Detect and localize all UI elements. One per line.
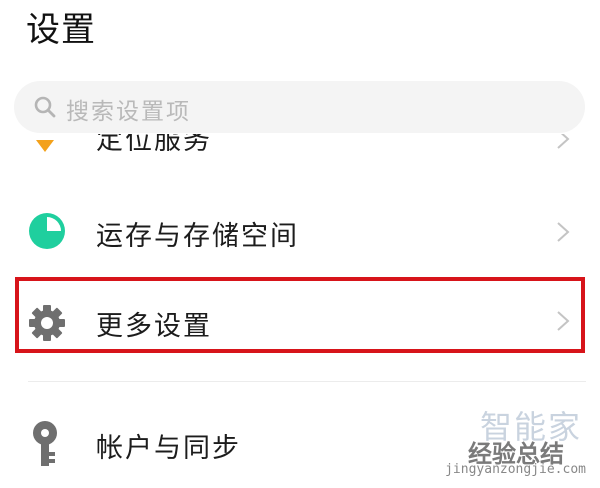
watermark-url: jingyanzongjie.com xyxy=(445,462,586,477)
settings-item-label: 定位服务 xyxy=(96,134,212,156)
search-icon xyxy=(34,96,56,118)
settings-item-label: 运存与存储空间 xyxy=(96,221,299,252)
divider xyxy=(28,381,586,382)
search-placeholder: 搜索设置项 xyxy=(66,99,191,125)
settings-item-location[interactable]: 定位服务 xyxy=(0,134,600,164)
chevron-right-icon xyxy=(557,222,570,242)
settings-item-storage[interactable]: 运存与存储空间 xyxy=(0,186,600,276)
chevron-right-icon xyxy=(557,134,570,149)
watermark: 智能家 经验总结 jingyanzongjie.com xyxy=(445,398,594,482)
settings-item-label: 帐户与同步 xyxy=(96,433,241,464)
highlight-box xyxy=(15,277,585,353)
search-bar[interactable]: 搜索设置项 xyxy=(14,81,585,133)
page-title: 设置 xyxy=(26,10,96,50)
storage-pie-icon xyxy=(29,213,65,249)
location-icon xyxy=(36,140,54,152)
key-icon xyxy=(33,421,57,466)
